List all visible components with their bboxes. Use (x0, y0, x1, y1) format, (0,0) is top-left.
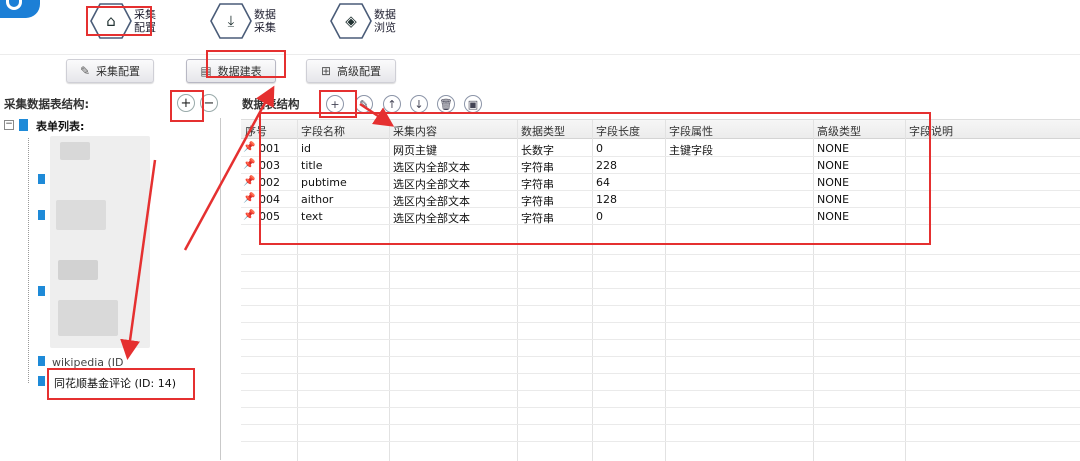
annotation-arrows (120, 85, 395, 360)
